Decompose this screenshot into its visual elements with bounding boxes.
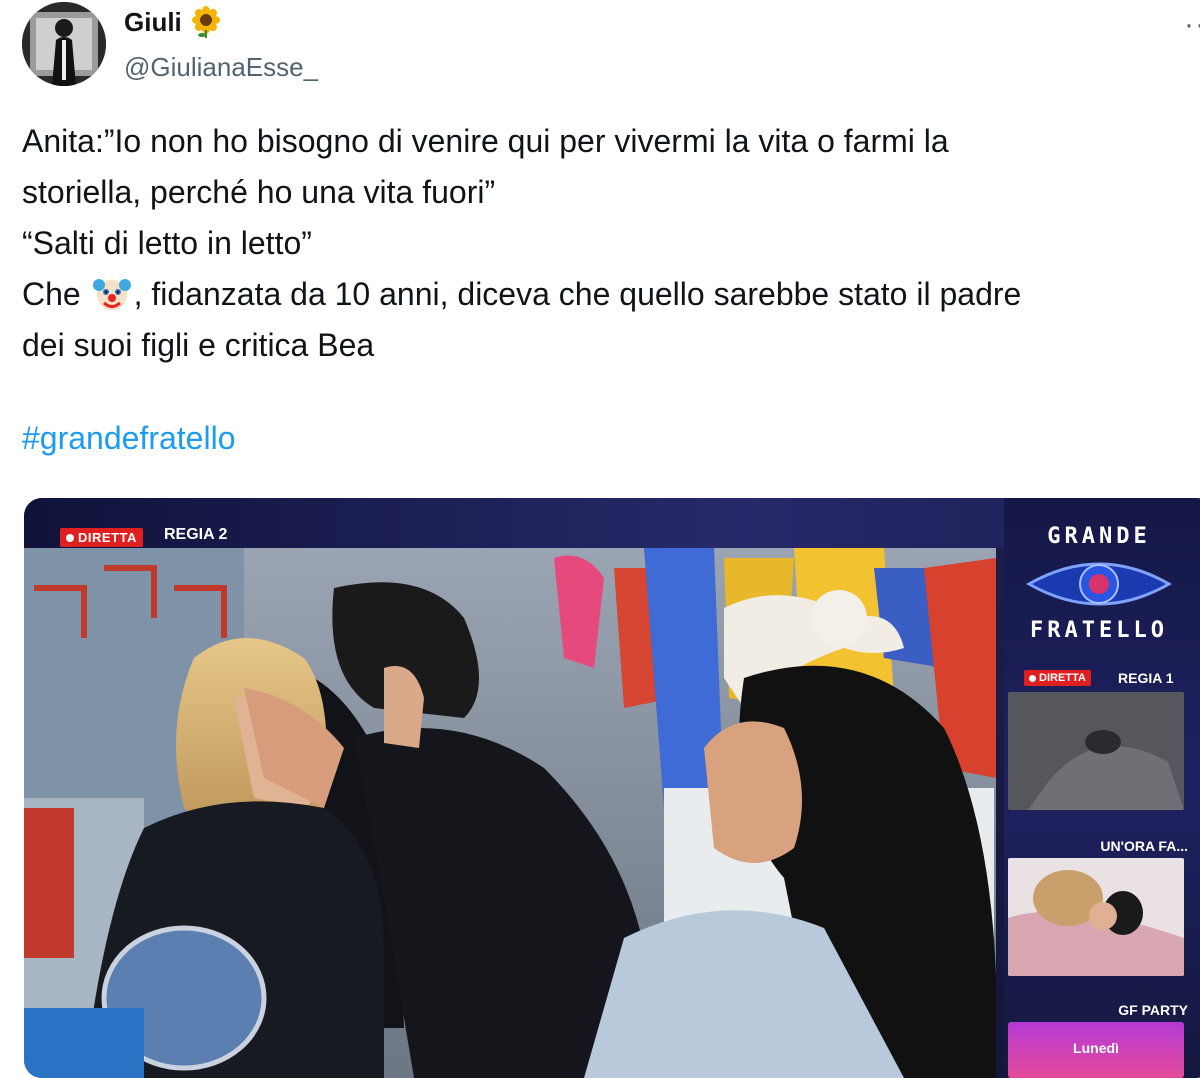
logo-title-top: GRANDE: [1047, 524, 1151, 549]
author-handle[interactable]: @GiulianaEsse_: [124, 52, 318, 83]
clown-face-icon: [92, 273, 132, 313]
live-badge: DIRETTA: [60, 528, 143, 547]
tweet-line: dei suoi figli e critica Bea: [22, 327, 375, 363]
side-live-badge: DIRETTA: [1024, 670, 1091, 686]
author-avatar[interactable]: [22, 2, 106, 86]
eye-logo-icon: [1025, 562, 1173, 606]
tweet-line: Anita:”Io non ho bisogno di venire qui p…: [22, 123, 949, 159]
hour-ago-label: UN'ORA FA...: [1100, 838, 1188, 854]
more-icon[interactable]: ··: [1184, 8, 1200, 42]
author-display-name[interactable]: Giuli: [124, 7, 182, 38]
party-day-button[interactable]: Lunedì: [1008, 1022, 1184, 1078]
tweet-text: Anita:”Io non ho bisogno di venire qui p…: [22, 116, 1192, 371]
party-label: GF PARTY: [1118, 1002, 1188, 1018]
tweet-line: storiella, perché ho una vita fuori”: [22, 174, 496, 210]
tweet-media[interactable]: DIRETTA REGIA 2 GRANDE FRATELLO DIRETTA …: [24, 498, 1200, 1078]
sunflower-icon: [190, 6, 222, 38]
logo-title-bottom: FRATELLO: [1030, 618, 1168, 643]
regia1-thumbnail[interactable]: [1008, 692, 1184, 810]
hour-ago-thumbnail[interactable]: [1008, 858, 1184, 976]
tweet-line: “Salti di letto in letto”: [22, 225, 312, 261]
tweet-text-fragment: Che: [22, 276, 90, 312]
tweet-text-fragment: , fidanzata da 10 anni, diceva che quell…: [133, 276, 1022, 312]
broadcast-sidebar: GRANDE FRATELLO DIRETTA REGIA 1 UN'ORA F…: [1004, 498, 1200, 1078]
side-feed-label: REGIA 1: [1118, 670, 1174, 686]
hashtag-link[interactable]: #grandefratello: [22, 420, 235, 457]
live-feed-frame: [24, 548, 996, 1078]
tweet-line: Che , fidanzata da 10 anni, diceva che q…: [22, 269, 1192, 320]
main-feed-label: REGIA 2: [164, 526, 228, 543]
